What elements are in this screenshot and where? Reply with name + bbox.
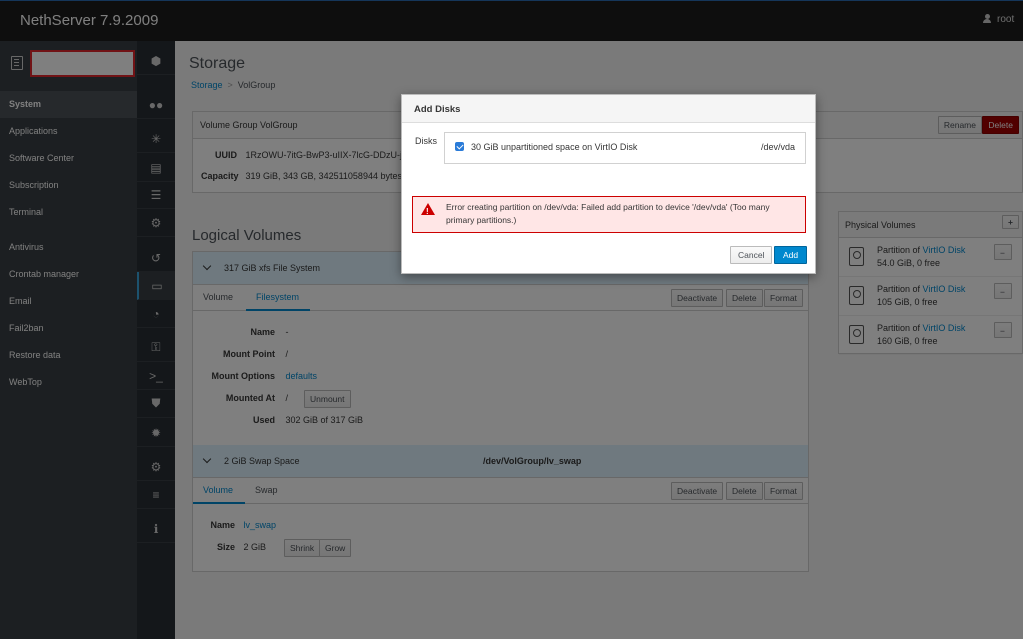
disk-list: 30 GiB unpartitioned space on VirtIO Dis… <box>444 132 806 164</box>
disk-option-label[interactable]: 30 GiB unpartitioned space on VirtIO Dis… <box>471 142 637 152</box>
disks-label: Disks <box>415 136 437 146</box>
add-button[interactable]: Add <box>774 246 808 264</box>
error-alert: Error creating partition on /dev/vda: Fa… <box>412 196 806 233</box>
disk-path: /dev/vda <box>760 142 795 152</box>
add-disks-dialog: Add Disks Disks 30 GiB unpartitioned spa… <box>401 94 816 274</box>
cancel-button[interactable]: Cancel <box>730 246 773 264</box>
dialog-title: Add Disks <box>402 95 815 123</box>
error-message: Error creating partition on /dev/vda: Fa… <box>446 202 770 225</box>
disk-checkbox[interactable] <box>455 142 464 151</box>
warning-icon <box>421 203 435 218</box>
